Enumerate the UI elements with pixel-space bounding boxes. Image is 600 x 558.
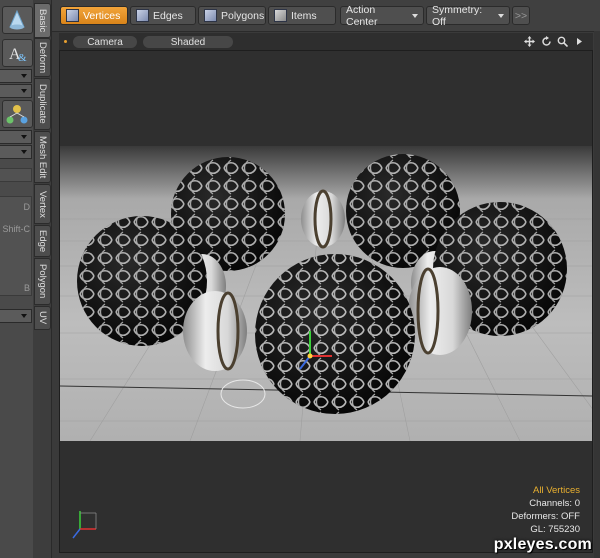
selection-mode-label: All Vertices — [533, 485, 580, 496]
dropdown-4[interactable] — [0, 145, 32, 159]
items-mode-button[interactable]: Items — [268, 6, 336, 25]
rotate-view-icon[interactable] — [541, 36, 552, 47]
more-button[interactable]: >> — [512, 6, 530, 25]
zoom-view-icon[interactable] — [557, 36, 569, 48]
dropdown-5[interactable] — [0, 309, 32, 323]
hierarchy-icon — [6, 105, 28, 124]
expand-arrow-icon[interactable] — [574, 36, 585, 47]
shortcut-b: B — [23, 283, 30, 293]
vertex-cube-icon — [66, 9, 79, 22]
dropdown-3[interactable] — [0, 130, 32, 144]
chevron-down-icon — [412, 13, 418, 18]
polygon-cube-icon — [204, 9, 217, 22]
svg-text:&: & — [18, 52, 27, 64]
chevron-down-icon — [498, 13, 504, 18]
vertices-mode-button[interactable]: Vertices — [60, 6, 128, 25]
deformers-label: Deformers: OFF — [511, 511, 580, 522]
camera-button[interactable]: Camera — [73, 36, 137, 48]
text-tool-icon: A & — [9, 46, 27, 64]
tab-polygon[interactable]: Polygon — [34, 258, 51, 305]
move-view-icon[interactable] — [524, 36, 535, 47]
spacer-front-left — [183, 291, 247, 371]
tab-deform[interactable]: Deform — [34, 38, 51, 77]
tab-duplicate[interactable]: Duplicate — [34, 78, 51, 130]
3d-viewport[interactable]: All Vertices Channels: 0 Deformers: OFF … — [59, 50, 593, 553]
shortcut-shift: Shift-C — [2, 224, 30, 234]
shaded-button[interactable]: Shaded — [143, 36, 233, 48]
tab-mesh-edit[interactable]: Mesh Edit — [34, 131, 51, 183]
viewport-scene — [60, 51, 592, 552]
right-panel-edge — [594, 31, 600, 558]
dropdown-1[interactable] — [0, 69, 32, 83]
item-cube-icon — [274, 9, 287, 22]
tab-uv[interactable]: UV — [34, 306, 51, 330]
hierarchy-tool-button[interactable] — [2, 100, 33, 128]
shortcut-d: D — [23, 202, 31, 212]
cone-icon — [9, 9, 25, 30]
dropdown-2[interactable] — [0, 84, 32, 98]
viewport-indicator — [64, 40, 67, 43]
spacer-front-right — [408, 267, 472, 355]
polygons-mode-button[interactable]: Polygons — [198, 6, 266, 25]
field-block[interactable] — [0, 168, 32, 182]
text-tool-button[interactable]: A & — [2, 39, 33, 67]
left-tool-panel: A & D Shift-C B — [0, 0, 34, 558]
symmetry-dropdown[interactable]: Symmetry: Off — [426, 4, 510, 28]
knot-sphere-front — [255, 254, 415, 414]
tab-edge[interactable]: Edge — [34, 225, 51, 257]
tab-basic[interactable]: Basic — [34, 3, 51, 38]
cone-tool-button[interactable] — [2, 6, 33, 34]
watermark: pxleyes.com — [493, 536, 592, 553]
tab-vertex[interactable]: Vertex — [34, 184, 51, 224]
selection-toolbar: Vertices Edges Polygons Items Action Cen… — [52, 0, 600, 32]
channels-label: Channels: 0 — [529, 498, 580, 509]
action-center-dropdown[interactable]: Action Center — [340, 4, 424, 28]
gl-count-label: GL: 755230 — [530, 524, 580, 535]
edge-cube-icon — [136, 9, 149, 22]
viewport-header: Camera Shaded — [59, 33, 593, 50]
spacer-back — [301, 189, 345, 249]
vertical-tab-bar: Basic Deform Duplicate Mesh Edit Vertex … — [33, 0, 52, 558]
edges-mode-button[interactable]: Edges — [130, 6, 196, 25]
